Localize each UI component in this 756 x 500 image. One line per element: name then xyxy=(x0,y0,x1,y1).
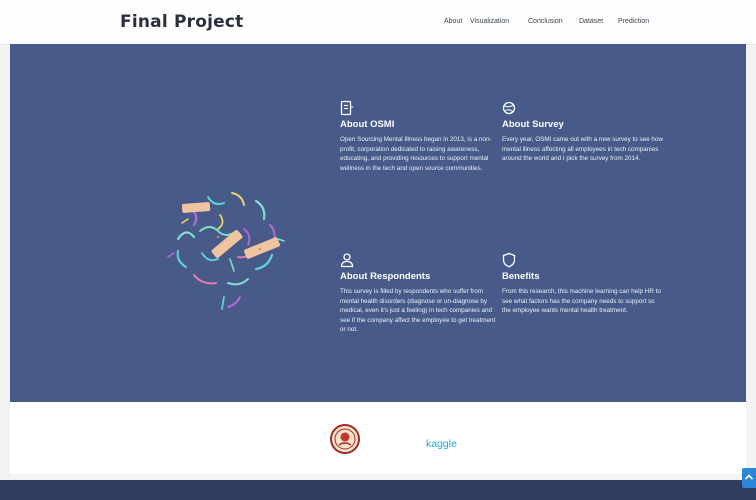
partners-band: kaggle xyxy=(10,402,746,474)
nav-link-visualization[interactable]: Visualization xyxy=(470,18,509,25)
document-icon xyxy=(340,100,353,116)
card-about-survey: About Survey Every year, OSMI came out w… xyxy=(502,100,664,164)
nav-link-conclusion[interactable]: Conclusion xyxy=(528,18,563,25)
brain-illustration xyxy=(164,190,290,310)
back-to-top-button[interactable] xyxy=(742,468,756,488)
card-benefits: Benefits From this research, this machin… xyxy=(502,252,664,316)
nav-link-dataset[interactable]: Dataset xyxy=(579,18,603,25)
globe-icon xyxy=(502,101,516,115)
card-text: This survey is filled by respondents who… xyxy=(340,288,496,334)
card-text: Every year, OSMI came out with a new sur… xyxy=(502,136,663,163)
chevron-up-icon xyxy=(744,474,754,480)
university-seal-logo xyxy=(330,424,360,454)
card-about-osmi: About OSMI Open Sourcing Mental Illness … xyxy=(340,100,500,173)
card-text: Open Sourcing Mental Illness began in 20… xyxy=(340,136,492,172)
card-about-respondents: About Respondents This survey is filled … xyxy=(340,252,500,335)
card-title: About Respondents xyxy=(340,271,431,282)
user-icon xyxy=(340,253,354,268)
kaggle-logo: kaggle xyxy=(426,438,457,450)
card-text: From this research, this machine learnin… xyxy=(502,288,661,315)
shield-icon xyxy=(502,252,516,268)
nav-link-about[interactable]: About xyxy=(444,18,462,25)
card-title: About Survey xyxy=(502,119,564,130)
footer-bar xyxy=(0,480,756,500)
top-navbar: Final Project About Visualization Conclu… xyxy=(0,0,756,45)
about-section: About OSMI Open Sourcing Mental Illness … xyxy=(10,44,746,402)
nav-link-prediction[interactable]: Prediction xyxy=(618,18,649,25)
card-title: About OSMI xyxy=(340,119,395,130)
card-title: Benefits xyxy=(502,271,540,282)
site-brand[interactable]: Final Project xyxy=(120,12,243,32)
